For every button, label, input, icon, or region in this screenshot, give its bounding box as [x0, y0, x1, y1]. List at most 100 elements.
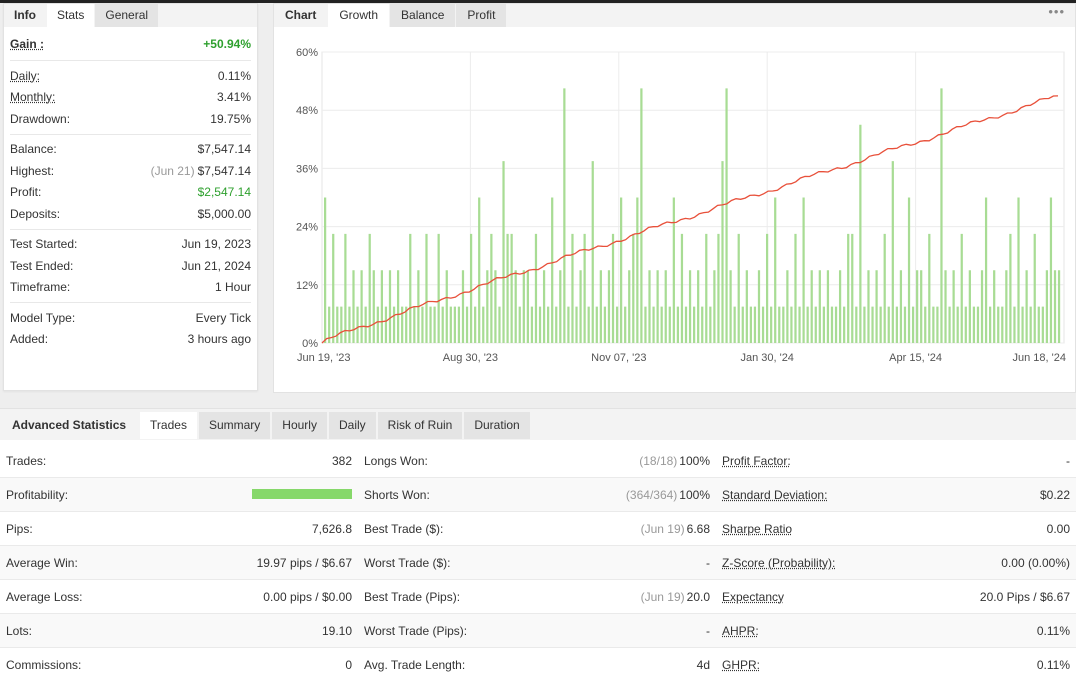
tab-stats[interactable]: Stats [47, 4, 94, 27]
tab-risk-of-ruin[interactable]: Risk of Ruin [378, 412, 463, 439]
stat-label[interactable]: Expectancy [722, 590, 784, 604]
stat-label[interactable]: AHPR: [722, 624, 759, 638]
tab-advanced-statistics[interactable]: Advanced Statistics [0, 412, 138, 439]
stat-label[interactable]: Z-Score (Probability): [722, 556, 835, 570]
trade-bar [519, 307, 521, 343]
trade-bar [543, 270, 545, 343]
stat-value: (364/364) 100% [626, 488, 710, 502]
stats-row: Trades: 382 Longs Won: (18/18) 100% Profit Fa… [0, 444, 1076, 478]
stat-label[interactable]: Profit Factor: [722, 454, 791, 468]
trade-bar [725, 88, 727, 343]
trade-bar [531, 307, 533, 343]
stat-value: 382 [332, 454, 352, 468]
stat-label[interactable]: Sharpe Ratio [722, 522, 792, 536]
tab-general[interactable]: General [95, 4, 158, 27]
stat-label: Avg. Trade Length: [364, 658, 465, 672]
stat-value: 4d [697, 658, 710, 672]
tab-hourly[interactable]: Hourly [272, 412, 327, 439]
tab-profit[interactable]: Profit [456, 4, 506, 27]
drawdown-value: 19.75% [210, 112, 251, 126]
monthly-label[interactable]: Monthly: [10, 90, 55, 104]
stat-label[interactable]: GHPR: [722, 658, 760, 672]
trade-bar [551, 198, 553, 344]
profit-row: Profit: $2,547.14 [10, 182, 251, 204]
tab-duration[interactable]: Duration [464, 412, 529, 439]
trade-bar [466, 307, 468, 343]
stat-value-text: 100% [679, 454, 710, 468]
trade-bar [855, 307, 857, 343]
tab-growth[interactable]: Growth [328, 4, 389, 27]
trade-bar [896, 307, 898, 343]
tab-trades[interactable]: Trades [140, 412, 197, 439]
timeframe-row: Timeframe: 1 Hour [10, 277, 251, 299]
stat-value: 0.00 (0.00%) [1001, 556, 1070, 570]
trade-bar [766, 234, 768, 343]
deposits-value: $5,000.00 [198, 207, 251, 221]
y-tick-label: 60% [296, 47, 318, 59]
stats-cell: Worst Trade ($): - [358, 546, 716, 579]
gain-label[interactable]: Gain : [10, 37, 44, 51]
trade-bar [669, 307, 671, 343]
daily-label[interactable]: Daily: [10, 69, 40, 83]
stat-value-text: 0.11% [1037, 658, 1070, 672]
test-ended-label: Test Ended: [10, 259, 73, 273]
trade-bar [1050, 198, 1052, 344]
tab-balance[interactable]: Balance [390, 4, 455, 27]
trade-bar [920, 270, 922, 343]
stat-label: Worst Trade ($): [364, 556, 450, 570]
trade-bar [502, 161, 504, 343]
y-tick-label: 48% [296, 105, 318, 117]
stat-value: 0.00 pips / $0.00 [263, 590, 352, 604]
stats-row: Average Win: 19.97 pips / $6.67 Worst Trad… [0, 546, 1076, 580]
highest-row: Highest: (Jun 21) $7,547.14 [10, 160, 251, 182]
stat-value-text: - [706, 556, 710, 570]
trade-bar [973, 307, 975, 343]
stat-label: Shorts Won: [364, 488, 430, 502]
trade-bar [928, 234, 930, 343]
stat-value-text: 4d [697, 658, 710, 672]
trade-bar [616, 307, 618, 343]
trade-bar [786, 270, 788, 343]
trade-bar [851, 234, 853, 343]
trade-bar [884, 234, 886, 343]
stat-value-text: 382 [332, 454, 352, 468]
tab-summary[interactable]: Summary [199, 412, 270, 439]
x-tick-label: Aug 30, '23 [443, 352, 498, 364]
stat-value: (Jun 19) 20.0 [641, 590, 710, 604]
tab-daily[interactable]: Daily [329, 412, 376, 439]
stat-value [252, 488, 352, 502]
stat-value-text: 19.97 pips / $6.67 [257, 556, 352, 570]
balance-value: $7,547.14 [198, 142, 251, 156]
trade-bar [794, 234, 796, 343]
trade-bar [1038, 307, 1040, 343]
trade-bar [823, 307, 825, 343]
trade-bar [604, 307, 606, 343]
chart-menu-icon[interactable]: ••• [1048, 4, 1065, 19]
stat-label: Profitability: [6, 488, 68, 502]
trade-bar [1005, 270, 1007, 343]
stat-sub: (Jun 19) [641, 590, 685, 604]
trade-bar [648, 270, 650, 343]
trade-bar [486, 270, 488, 343]
trade-bar [494, 270, 496, 343]
trade-bar [681, 234, 683, 343]
trade-bar [608, 270, 610, 343]
y-tick-label: 36% [296, 163, 318, 175]
tab-chart[interactable]: Chart [274, 4, 327, 27]
stat-value: 20.0 Pips / $6.67 [980, 590, 1070, 604]
stat-label: Average Loss: [6, 590, 83, 604]
trade-bar [478, 198, 480, 344]
stat-label[interactable]: Standard Deviation: [722, 488, 827, 502]
trade-bar [490, 234, 492, 343]
stats-cell: Profitability: [0, 478, 358, 511]
stat-value: 0.11% [1037, 624, 1070, 638]
trade-bar [393, 307, 395, 343]
trade-bar [397, 270, 399, 343]
trade-bar [429, 307, 431, 343]
y-tick-label: 12% [296, 280, 318, 292]
tab-info[interactable]: Info [4, 4, 46, 27]
trade-bar [713, 270, 715, 343]
stat-value: (18/18) 100% [639, 454, 710, 468]
trade-bar [693, 307, 695, 343]
trade-bar [661, 307, 663, 343]
